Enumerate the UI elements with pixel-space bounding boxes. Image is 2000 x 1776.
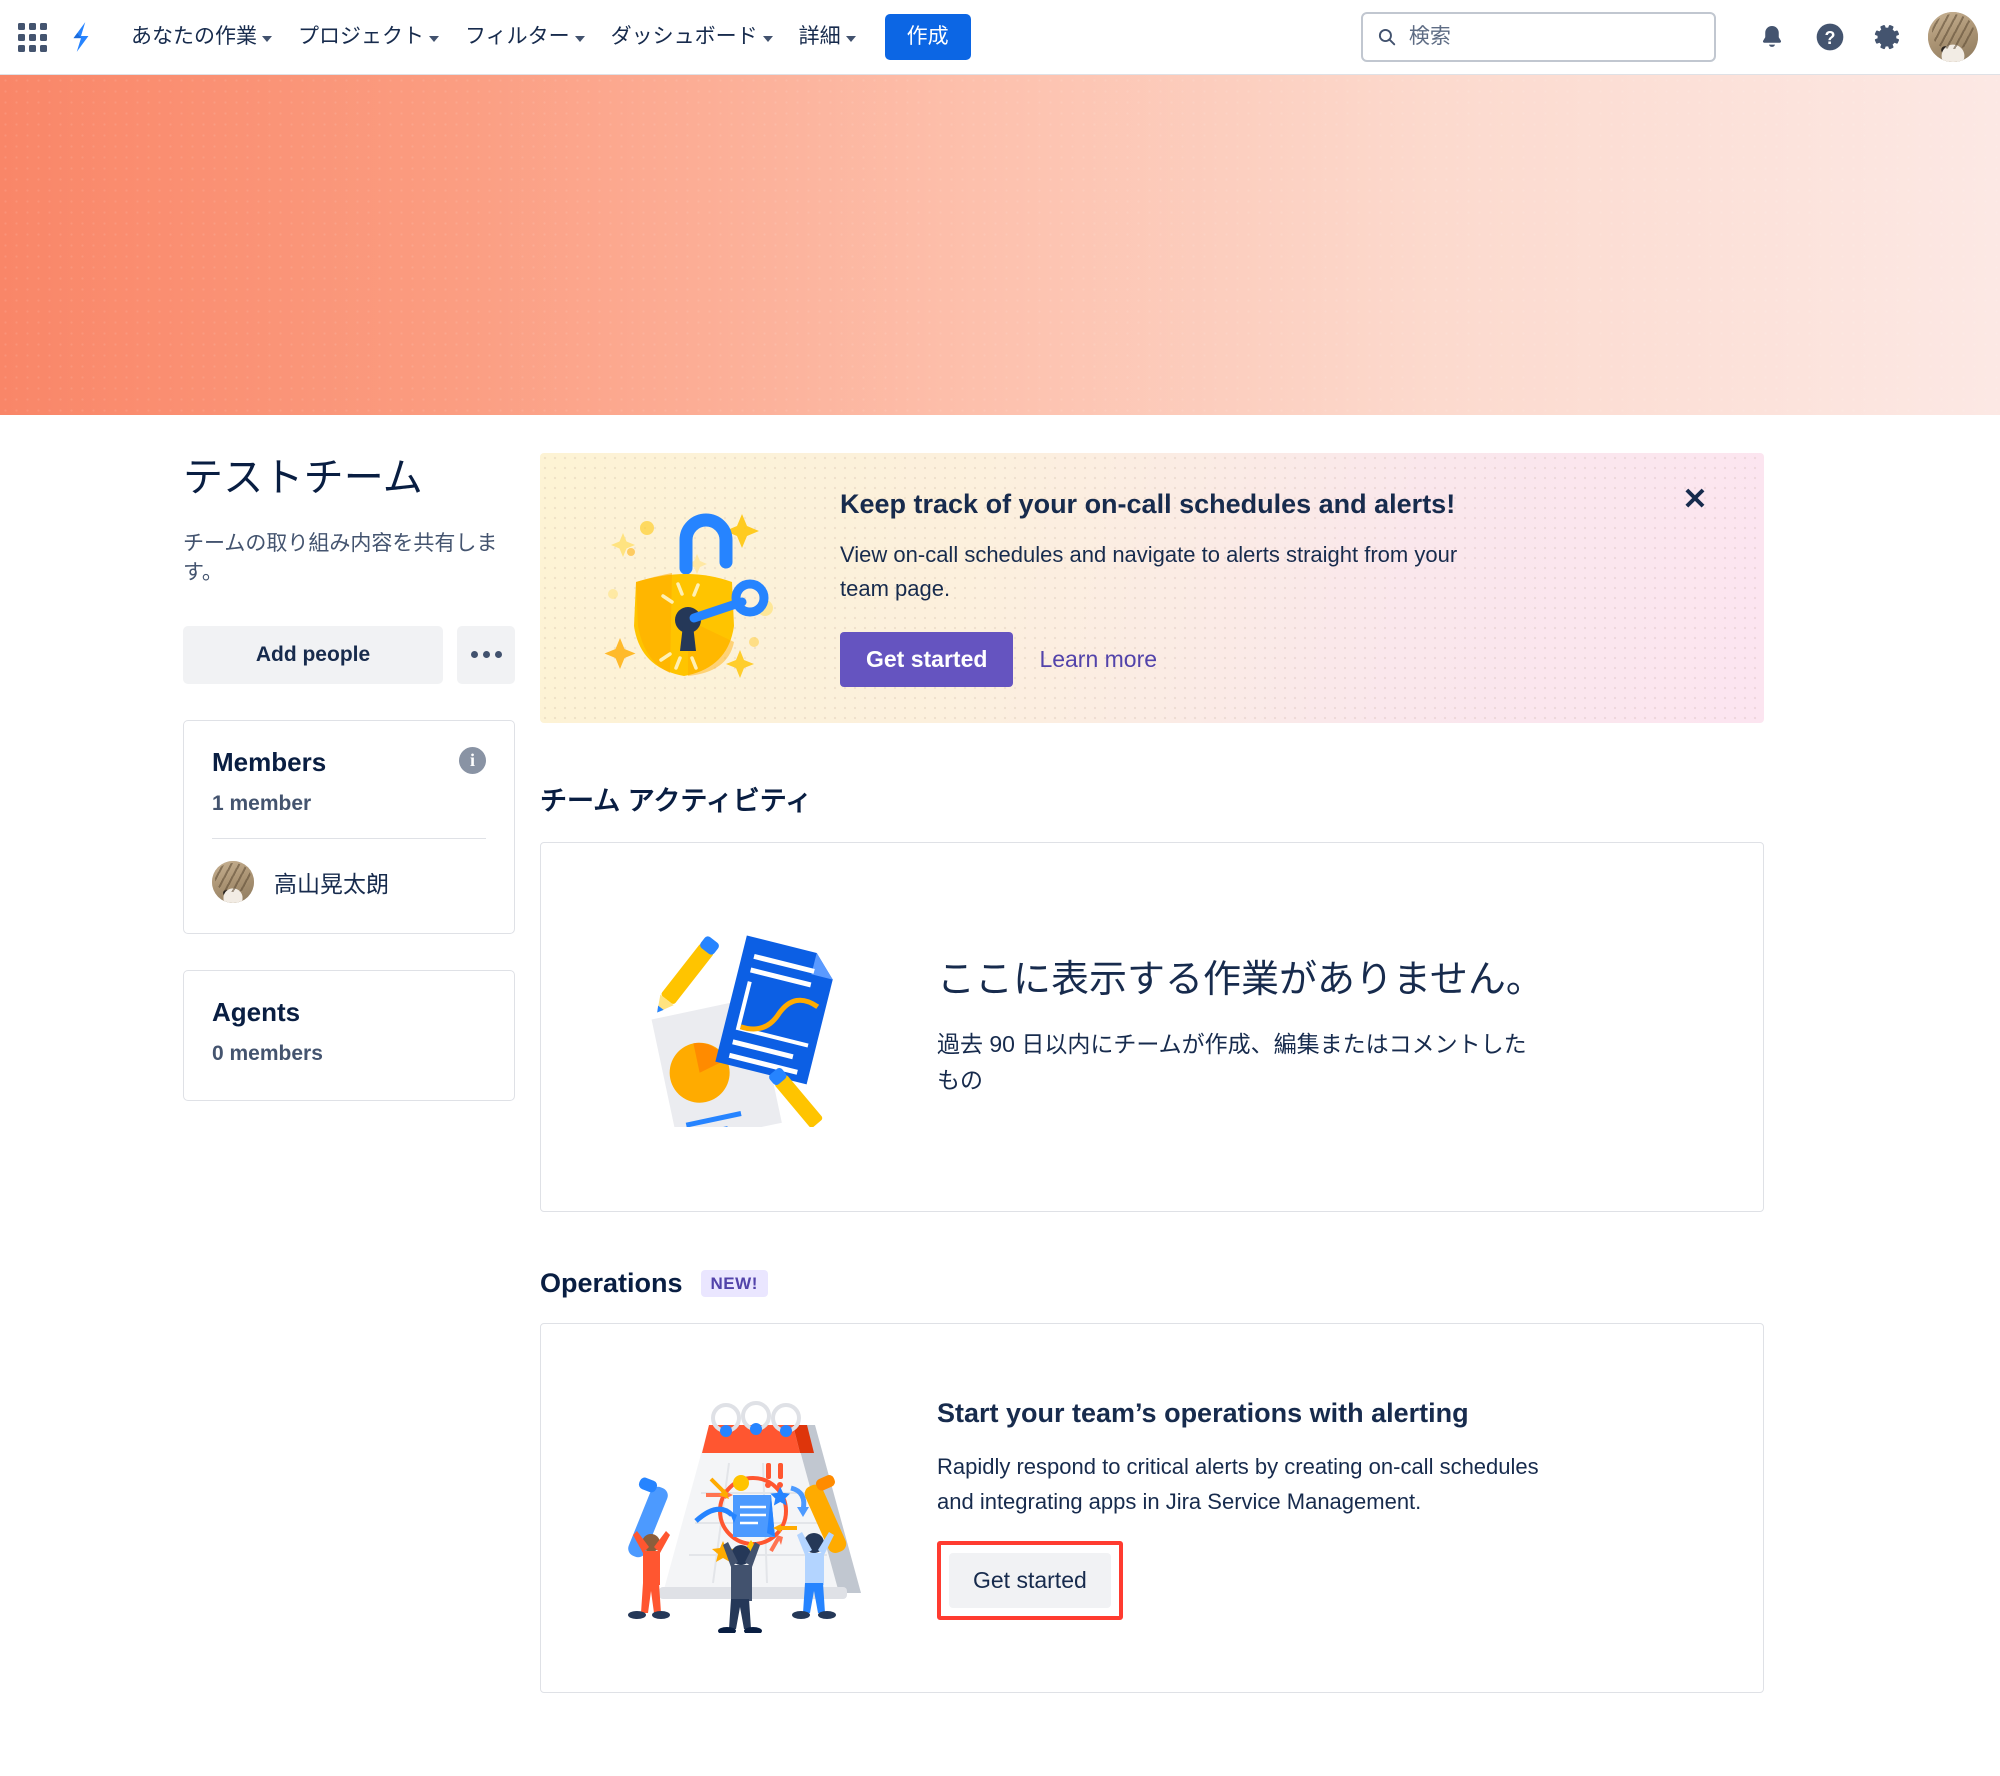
- settings-button[interactable]: [1862, 11, 1914, 63]
- nav-item-your-work[interactable]: あなたの作業: [120, 16, 283, 57]
- chevron-down-icon: [574, 35, 585, 42]
- empty-state-description: 過去 90 日以内にチームが作成、編集またはコメントしたもの: [937, 1031, 1527, 1093]
- nav-item-dashboards[interactable]: ダッシュボード: [600, 16, 784, 57]
- padlock-key-illustration: [540, 490, 840, 685]
- search-box[interactable]: [1361, 12, 1716, 62]
- search-icon: [1378, 29, 1396, 46]
- status-badge: NEW!: [700, 1270, 768, 1297]
- operations-get-started-button[interactable]: Get started: [949, 1553, 1111, 1609]
- calendar-team-glyph: [628, 1401, 861, 1633]
- list-item[interactable]: 高山晃太朗: [184, 839, 514, 933]
- team-main-content: ✕ Keep track of your on-call schedules a…: [540, 453, 2000, 1693]
- nav-item-label: ダッシュボード: [610, 25, 758, 49]
- grid-apps-icon: [17, 22, 47, 52]
- chevron-down-icon: [429, 35, 439, 42]
- empty-state-title: ここに表示する作業がありません。: [937, 958, 1544, 1001]
- operations-title: Start your team’s operations with alerti…: [937, 1397, 1469, 1428]
- page-content: テストチーム チームの取り組み内容を共有します。 Add people Memb…: [0, 415, 2000, 1693]
- padlock-key-glyph: [604, 513, 773, 678]
- info-icon[interactable]: i: [459, 746, 486, 774]
- gear-icon: [1874, 25, 1899, 50]
- nav-item-label: プロジェクト: [298, 25, 424, 49]
- team-activity-heading: チーム アクティビティ: [540, 779, 1764, 818]
- team-sidebar: テストチーム チームの取り組み内容を共有します。 Add people Memb…: [0, 453, 540, 1693]
- add-people-button[interactable]: Add people: [183, 625, 443, 684]
- nav-item-label: フィルター: [465, 25, 570, 49]
- team-activity-empty-state: ここに表示する作業がありません。 過去 90 日以内にチームが作成、編集またはコ…: [911, 956, 1723, 1099]
- member-name: 高山晃太朗: [274, 870, 389, 897]
- more-dots-icon: [470, 651, 502, 659]
- agents-count: 0 members: [212, 1042, 323, 1066]
- top-navigation-bar: あなたの作業 プロジェクト フィルター ダッシュボード 詳細 作成 検索 ?: [0, 0, 2000, 75]
- user-avatar[interactable]: [1928, 12, 1978, 62]
- nav-item-label: あなたの作業: [131, 25, 257, 49]
- documents-pencils-illustration: [581, 927, 911, 1127]
- section-title-text: Operations: [540, 1268, 683, 1298]
- team-hero-banner: [0, 75, 2000, 415]
- jira-logo-glyph: [73, 22, 89, 52]
- search-input[interactable]: [1408, 25, 1700, 49]
- help-circle-icon: ?: [1816, 23, 1844, 51]
- operations-body: Start your team’s operations with alerti…: [911, 1396, 1723, 1621]
- team-description: チームの取り組み内容を共有します。: [183, 532, 498, 585]
- chevron-down-icon: [845, 35, 856, 42]
- svg-text:?: ?: [1825, 28, 1836, 48]
- agents-card-header: Agents: [184, 971, 514, 1028]
- documents-pencils-glyph: [651, 935, 833, 1127]
- members-count: 1 member: [212, 791, 312, 815]
- close-icon[interactable]: ✕: [1678, 483, 1712, 517]
- section-title-text: チーム アクティビティ: [540, 786, 813, 816]
- operations-panel: Start your team’s operations with alerti…: [540, 1323, 1764, 1693]
- highlight-annotation: Get started: [937, 1541, 1123, 1621]
- create-button[interactable]: 作成: [884, 13, 971, 61]
- notifications-button[interactable]: [1746, 11, 1798, 63]
- promo-actions: Get started Learn more: [840, 632, 1734, 688]
- nav-item-projects[interactable]: プロジェクト: [287, 16, 450, 57]
- page-title: テストチーム: [183, 456, 423, 500]
- promo-learn-more-link[interactable]: Learn more: [1039, 646, 1157, 673]
- promo-get-started-button[interactable]: Get started: [840, 632, 1014, 688]
- chevron-down-icon: [262, 35, 272, 42]
- members-card: Members i 1 member 高山晃太朗: [183, 719, 515, 934]
- members-card-header: Members i: [184, 721, 514, 778]
- avatar-image: [212, 860, 254, 903]
- help-button[interactable]: ?: [1804, 11, 1856, 63]
- nav-item-more[interactable]: 詳細: [788, 16, 867, 57]
- agents-card: Agents 0 members: [183, 969, 515, 1102]
- nav-item-label: 詳細: [798, 25, 841, 49]
- avatar-image: [1928, 12, 1978, 62]
- promo-description: View on-call schedules and navigate to a…: [840, 541, 1458, 602]
- team-actions: Add people: [183, 625, 515, 684]
- members-card-title: Members: [212, 746, 327, 777]
- nav-left-group: あなたの作業 プロジェクト フィルター ダッシュボード 詳細 作成: [10, 13, 971, 61]
- avatar: [212, 860, 254, 903]
- bell-icon: [1762, 26, 1782, 47]
- operations-heading: Operations NEW!: [540, 1268, 1764, 1299]
- promo-title: Keep track of your on-call schedules and…: [840, 488, 1456, 519]
- agents-card-title: Agents: [212, 996, 301, 1027]
- nav-right-group: ?: [1361, 11, 1978, 63]
- promo-body: Keep track of your on-call schedules and…: [840, 487, 1734, 688]
- team-activity-panel: ここに表示する作業がありません。 過去 90 日以内にチームが作成、編集またはコ…: [540, 842, 1764, 1212]
- oncall-promo-banner: ✕ Keep track of your on-call schedules a…: [540, 453, 1764, 723]
- app-switcher-button[interactable]: [10, 15, 54, 59]
- nav-item-filters[interactable]: フィルター: [454, 16, 596, 57]
- more-actions-button[interactable]: [457, 625, 515, 684]
- operations-description: Rapidly respond to critical alerts by cr…: [937, 1453, 1539, 1515]
- jira-logo-icon[interactable]: [58, 14, 104, 60]
- chevron-down-icon: [762, 35, 773, 42]
- calendar-team-illustration: [581, 1383, 911, 1633]
